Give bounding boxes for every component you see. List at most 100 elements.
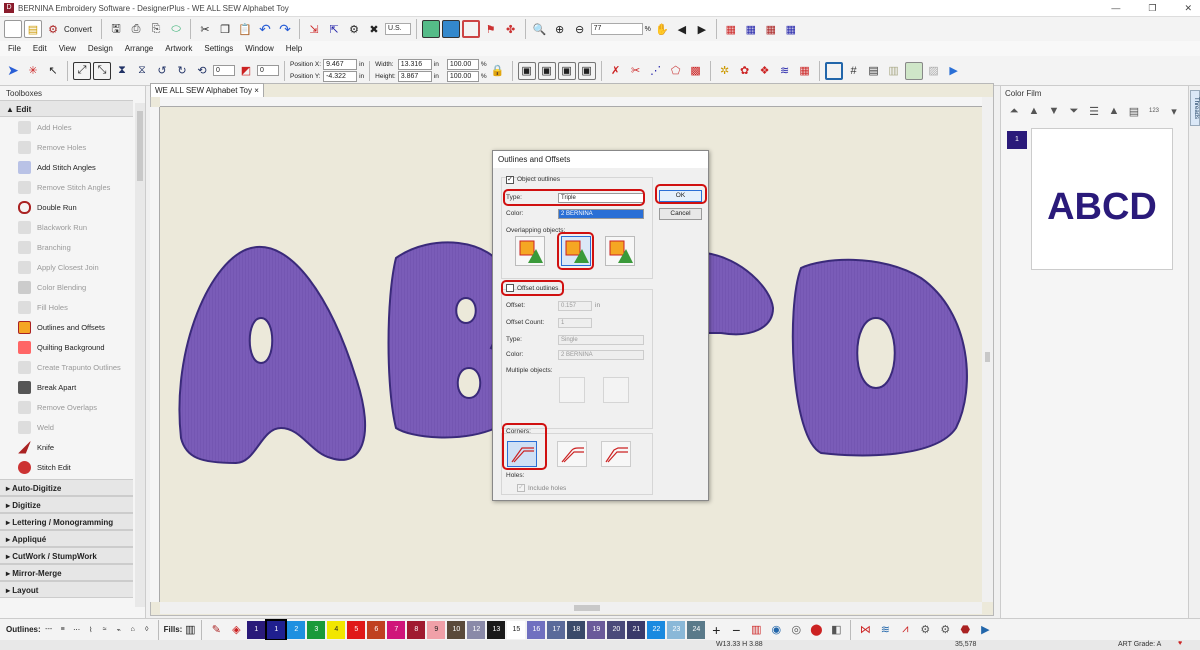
color-swatch[interactable]: 5 — [347, 620, 366, 639]
outline-icon[interactable]: ⬠ — [667, 62, 685, 80]
menu-settings[interactable]: Settings — [204, 44, 233, 53]
export-icon[interactable]: ⇱ — [325, 20, 343, 38]
tool-color-blending[interactable]: Color Blending — [0, 277, 133, 297]
tool-break-apart[interactable]: Break Apart — [0, 377, 133, 397]
tools-icon[interactable]: ✖ — [365, 20, 383, 38]
stitch-type-5-icon[interactable]: ⚙ — [936, 621, 954, 639]
move-last-icon[interactable]: ⏷ — [1065, 102, 1083, 120]
type-select[interactable]: Triple — [558, 193, 644, 203]
tool-outlines-and-offsets[interactable]: Outlines and Offsets — [0, 317, 133, 337]
grid-icon[interactable]: # — [845, 62, 863, 80]
color-swatch[interactable]: 4 — [327, 620, 346, 639]
ok-button[interactable]: OK — [659, 190, 702, 202]
position-y-input[interactable]: -4.322 — [323, 71, 358, 82]
overlap-option-1[interactable] — [515, 236, 545, 266]
outline-style-3-icon[interactable]: ⋯ — [71, 621, 83, 639]
color-swatch[interactable]: 24 — [687, 620, 706, 639]
film-icon[interactable] — [441, 20, 460, 38]
new-icon[interactable] — [4, 20, 22, 38]
toolbox-digitize[interactable]: ▸ Digitize — [0, 496, 133, 513]
toolbox-auto-digitize[interactable]: ▸ Auto-Digitize — [0, 479, 133, 496]
film-settings-icon[interactable]: ☰ — [1085, 102, 1103, 120]
lock-proportions-icon[interactable]: 🔒 — [489, 62, 507, 80]
open-icon[interactable]: ▤ — [24, 20, 42, 38]
canvas-vertical-scrollbar[interactable] — [982, 97, 993, 602]
color-swatch[interactable]: 17 — [547, 620, 566, 639]
object-outlines-checkbox[interactable]: ✓ — [506, 176, 514, 184]
outline-style-7-icon[interactable]: ⌂ — [127, 621, 139, 639]
offset-outlines-checkbox[interactable] — [506, 284, 514, 292]
overlap-icon[interactable]: ▦ — [742, 20, 760, 38]
trims-icon[interactable]: ✂ — [627, 62, 645, 80]
reshape-icon[interactable]: ↖ — [44, 62, 62, 80]
slant-input[interactable]: 0 — [257, 65, 279, 76]
toolbox-layout[interactable]: ▸ Layout — [0, 581, 133, 598]
letter-c[interactable] — [705, 251, 775, 336]
film-view-icon[interactable]: ▤ — [1125, 102, 1143, 120]
mirror-vertical-icon[interactable]: ⧖ — [133, 62, 151, 80]
stitch-type-7-icon[interactable]: ▶ — [976, 621, 994, 639]
tool-fill-holes[interactable]: Fill Holes — [0, 297, 133, 317]
star-icon[interactable]: ✿ — [736, 62, 754, 80]
background-icon[interactable] — [904, 61, 923, 80]
print-preview-icon[interactable]: ⎘ — [147, 20, 165, 38]
stitch-type-4-icon[interactable]: ⚙ — [916, 621, 934, 639]
unlock-icon[interactable]: ▣ — [577, 61, 596, 80]
menu-view[interactable]: View — [59, 44, 76, 53]
add-color-icon[interactable]: + — [707, 621, 725, 639]
color-swatch[interactable]: 20 — [607, 620, 626, 639]
film-item-number[interactable]: 1 — [1007, 131, 1027, 149]
mouse-icon[interactable]: ⬭ — [167, 20, 185, 38]
width-input[interactable]: 13.316 — [397, 59, 432, 70]
scale-y-input[interactable]: 100.00 — [446, 71, 479, 82]
color-swatch[interactable]: 1 — [265, 618, 288, 641]
film-filter-icon[interactable]: ▲ — [1105, 102, 1123, 120]
menu-artwork[interactable]: Artwork — [165, 44, 192, 53]
tool-stitch-edit[interactable]: Stitch Edit — [0, 457, 133, 477]
toolbox-applique[interactable]: ▸ Appliqué — [0, 530, 133, 547]
fill-style-1-icon[interactable]: ▥ — [184, 621, 196, 639]
zoom-in-icon[interactable]: ⊕ — [551, 20, 569, 38]
thread-icon[interactable]: ◧ — [827, 621, 845, 639]
outline-style-2-icon[interactable]: ≡ — [57, 621, 69, 639]
rotate-free-icon[interactable]: ⤡ — [93, 61, 111, 80]
stitch-type-6-icon[interactable]: ⬣ — [956, 621, 974, 639]
threads-tab[interactable]: Threads — [1190, 90, 1200, 126]
film-item-preview[interactable]: ABCD — [1031, 128, 1173, 270]
mirror-horizontal-icon[interactable]: ⧗ — [113, 62, 131, 80]
tool-double-run[interactable]: Double Run — [0, 197, 133, 217]
toolbox-cutwork[interactable]: ▸ CutWork / StumpWork — [0, 547, 133, 564]
offset-input[interactable]: 0.157 — [558, 301, 592, 311]
cut-icon[interactable]: ✂ — [196, 20, 214, 38]
cross-stitch-icon[interactable]: ▦ — [796, 62, 814, 80]
letter-d[interactable] — [791, 258, 968, 457]
color-swatch[interactable]: 1 — [247, 620, 266, 639]
color-swatch[interactable]: 13 — [487, 620, 506, 639]
group-icon[interactable]: ▣ — [517, 61, 536, 80]
remove-color-icon[interactable]: − — [727, 621, 745, 639]
print-icon[interactable]: ⎙ — [127, 20, 145, 38]
lock-icon[interactable]: ▣ — [557, 61, 576, 80]
hoop-select-icon[interactable]: ◎ — [787, 621, 805, 639]
motif-icon[interactable]: ✲ — [716, 62, 734, 80]
lines-icon[interactable]: ▤ — [865, 62, 883, 80]
menu-edit[interactable]: Edit — [33, 44, 47, 53]
convert-icon[interactable]: ⚙ — [44, 20, 62, 38]
pan-icon[interactable]: ✋ — [653, 20, 671, 38]
redo-icon[interactable]: ↷ — [276, 20, 294, 38]
color-select[interactable]: 2 BERNINA — [558, 209, 644, 219]
move-down-icon[interactable]: ▼ — [1045, 102, 1063, 120]
tie-off-icon[interactable]: ✗ — [607, 62, 625, 80]
rotate-icon[interactable]: ⟲ — [193, 62, 211, 80]
document-tab-close[interactable]: × — [254, 86, 259, 95]
color-wheel-icon[interactable]: ◉ — [767, 621, 785, 639]
overlap-option-3[interactable] — [605, 236, 635, 266]
corner-option-1[interactable] — [507, 441, 537, 467]
film-sort-icon[interactable]: 123 — [1145, 102, 1163, 120]
corner-option-2[interactable] — [557, 441, 587, 467]
thread-chart-icon[interactable]: ▥ — [747, 621, 765, 639]
polyline-select-icon[interactable]: ✳ — [24, 62, 42, 80]
import-icon[interactable]: ⇲ — [305, 20, 323, 38]
color-swatch[interactable]: 18 — [567, 620, 586, 639]
document-tab[interactable]: WE ALL SEW Alphabet Toy × — [150, 83, 264, 97]
